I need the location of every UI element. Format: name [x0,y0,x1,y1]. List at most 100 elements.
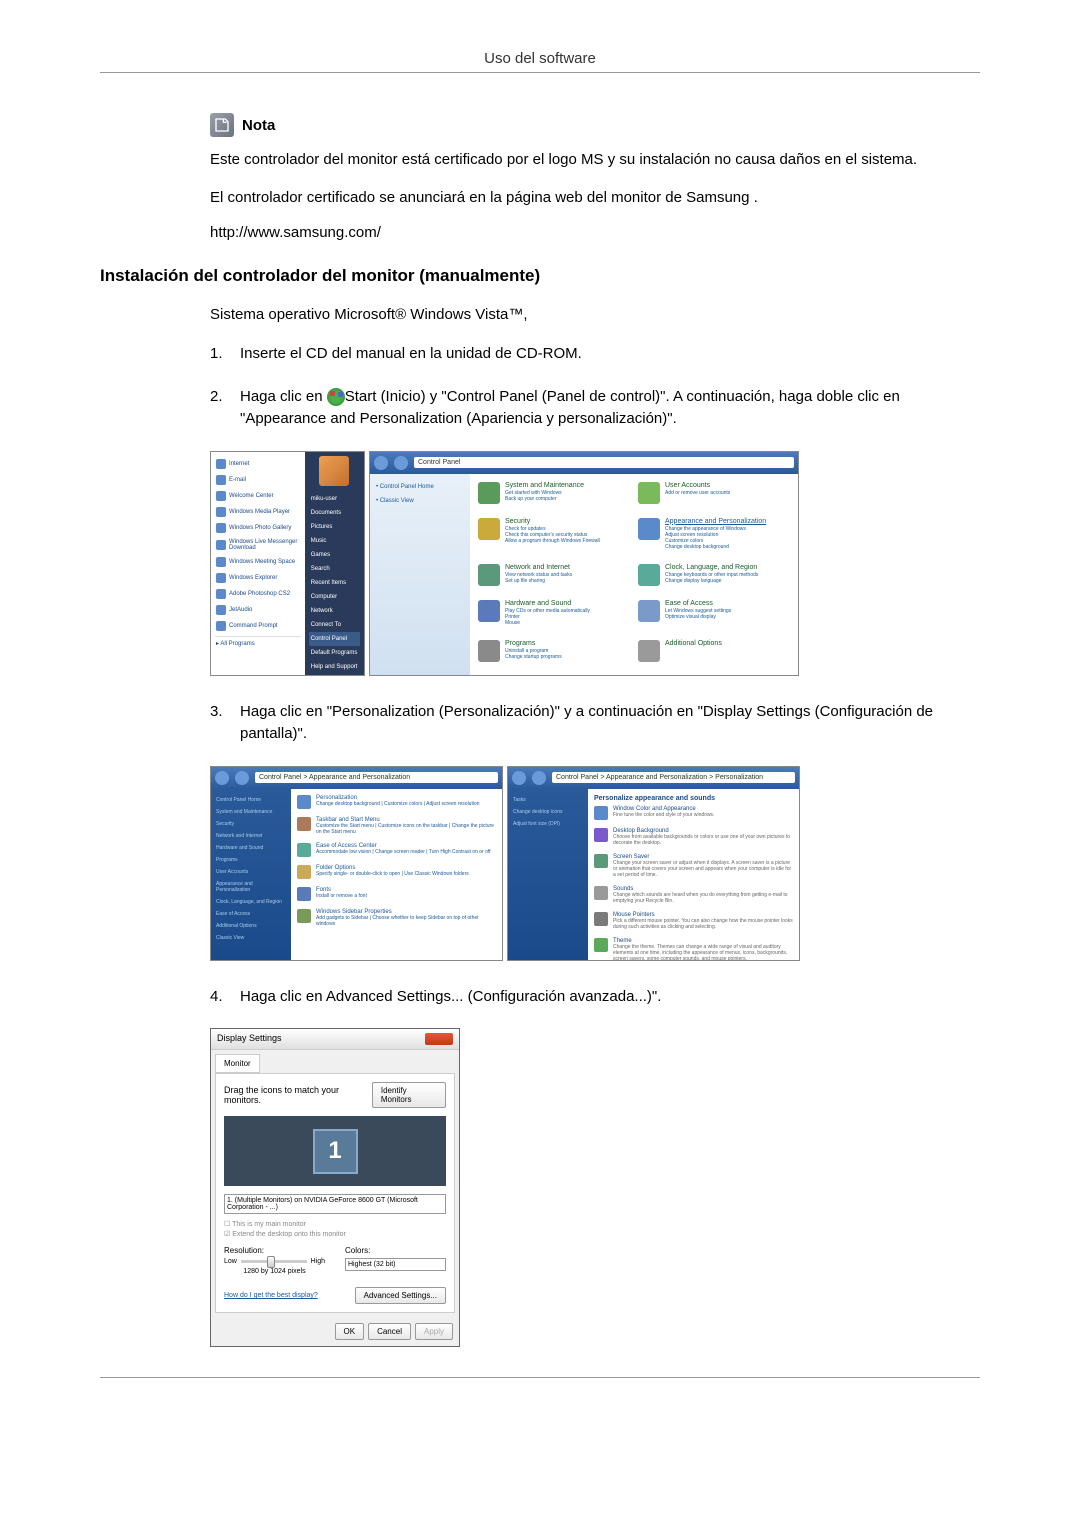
cp-left-item: • Control Panel Home [376,480,464,494]
ds-drag-text: Drag the icons to match your monitors. [224,1085,372,1105]
start-menu-item: Command Prompt [215,618,301,634]
step-number: 2. [210,386,240,431]
pers-left-item: Appearance and Personalization [216,878,286,896]
start-right-item: miku-user [309,492,360,506]
step-3: 3. Haga clic en "Personalization (Person… [210,701,980,746]
pers-item-icon [594,938,608,952]
pers-left-item: Clock, Language, and Region [216,896,286,908]
cp-category: Ease of AccessLet Windows suggest settin… [638,600,790,632]
cp-category: Clock, Language, and RegionChange keyboa… [638,564,790,592]
pers-left-item: Ease of Access [216,908,286,920]
personalization-screenshot: Control Panel > Appearance and Personali… [507,766,800,961]
nota-header: Nota [210,113,980,137]
pers-item: PersonalizationChange desktop background… [297,795,496,809]
category-icon [638,564,660,586]
monitor-icon: 1 [313,1129,358,1174]
pers-item-icon [594,854,608,868]
start-right-item: Default Programs [309,646,360,660]
ds-check-extend: ☑ Extend the desktop onto this monitor [224,1230,446,1238]
step-2: 2. Haga clic en Start (Inicio) y "Contro… [210,386,980,431]
pers2-address: Control Panel > Appearance and Personali… [552,772,795,783]
ds-colors-select: Highest (32 bit) [345,1258,446,1271]
pers-item: Window Color and AppearanceFine tune the… [594,806,793,820]
nota-text-1: Este controlador del monitor está certif… [210,149,980,172]
cp-category: Network and InternetView network status … [478,564,630,592]
cp-titlebar: Control Panel [370,452,798,474]
identify-monitors-button: Identify Monitors [372,1082,446,1108]
cp-category: User AccountsAdd or remove user accounts [638,482,790,510]
pers1-address: Control Panel > Appearance and Personali… [255,772,498,783]
cp-left-item: • Classic View [376,494,464,508]
start-menu-item: Adobe Photoshop CS2 [215,586,301,602]
category-icon [638,518,660,540]
category-icon [478,564,500,586]
pers-item-icon [594,912,608,926]
app-icon [216,523,226,533]
cp-category: System and MaintenanceGet started with W… [478,482,630,510]
app-icon [216,605,226,615]
pers2-title: Personalize appearance and sounds [594,795,793,802]
start-menu-item: Windows Photo Gallery [215,520,301,536]
cp-category: Additional Options [638,640,790,668]
app-icon [216,573,226,583]
appearance-personalization-screenshot: Control Panel > Appearance and Personali… [210,766,503,961]
pers-item-icon [297,843,311,857]
start-orb-icon [327,388,345,406]
apply-button: Apply [415,1323,453,1340]
back-icon [374,456,388,470]
step-1: 1. Inserte el CD del manual en la unidad… [210,343,980,366]
pers-item-icon [594,806,608,820]
start-menu-item: Windows Live Messenger Download [215,536,301,554]
start-right-item: Recent Items [309,576,360,590]
category-icon [478,518,500,540]
pers-item-icon [297,909,311,923]
start-right-item: Search [309,562,360,576]
pers-left-item: Adjust font size (DPI) [513,818,583,830]
app-icon [216,459,226,469]
ds-tab-monitor: Monitor [215,1054,260,1073]
nota-text-2: El controlador certificado se anunciará … [210,187,980,210]
pers-left-item: Additional Options [216,920,286,932]
category-icon [638,482,660,504]
pers-item-icon [297,887,311,901]
cp-category: Appearance and PersonalizationChange the… [638,518,790,556]
start-menu-item: Windows Meeting Space [215,554,301,570]
start-menu-screenshot: InternetE-mailWelcome CenterWindows Medi… [210,451,365,676]
pers-item: Mouse PointersPick a different mouse poi… [594,912,793,930]
user-avatar-icon [319,456,349,486]
step-number: 4. [210,986,240,1009]
pers-left-item: Programs [216,854,286,866]
pers-left-item: Hardware and Sound [216,842,286,854]
close-icon [425,1033,453,1045]
ds-help-link: How do I get the best display? [224,1292,318,1299]
start-menu-item: Internet [215,456,301,472]
cp-address: Control Panel [414,457,794,468]
category-icon [638,600,660,622]
ds-title-text: Display Settings [217,1033,282,1045]
app-icon [216,491,226,501]
ok-button: OK [335,1323,365,1340]
ds-resolution-label: Resolution: [224,1246,325,1255]
pers-left-item: Network and Internet [216,830,286,842]
step-content: Inserte el CD del manual en la unidad de… [240,343,980,366]
back-icon [215,771,229,785]
cp-category: Hardware and SoundPlay CDs or other medi… [478,600,630,632]
category-icon [638,640,660,662]
app-icon [216,507,226,517]
start-right-item: Computer [309,590,360,604]
pers-left-item: Tasks [513,794,583,806]
pers-item: Desktop BackgroundChoose from available … [594,828,793,846]
page-header-title: Uso del software [100,50,980,67]
start-right-item: Network [309,604,360,618]
pers-item: Windows Sidebar PropertiesAdd gadgets to… [297,909,496,927]
pers-left-item: System and Maintenance [216,806,286,818]
app-icon [216,475,226,485]
forward-icon [532,771,546,785]
start-right-item: Documents [309,506,360,520]
pers-item: Screen SaverChange your screen saver or … [594,854,793,878]
pers-left-item: Change desktop icons [513,806,583,818]
app-icon [216,540,226,550]
step-content: Haga clic en "Personalization (Personali… [240,701,980,746]
step-2-pre: Haga clic en [240,388,327,405]
pers1-titlebar: Control Panel > Appearance and Personali… [211,767,502,789]
